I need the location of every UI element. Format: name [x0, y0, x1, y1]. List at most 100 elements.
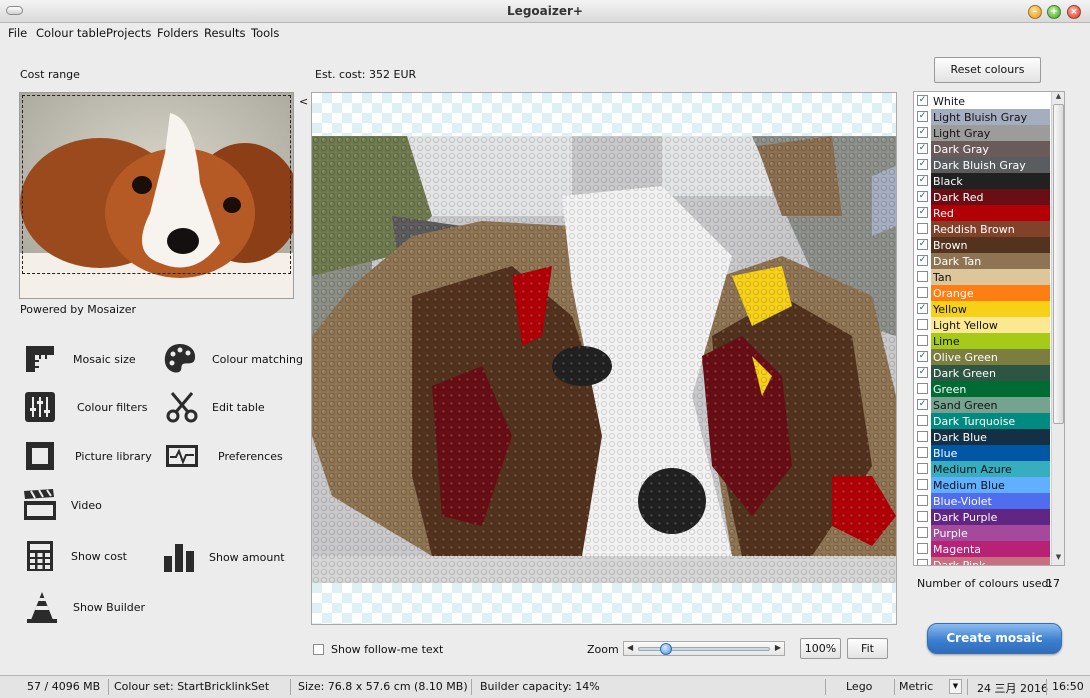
colour-checkbox[interactable]	[917, 287, 928, 298]
colour-row[interactable]: ✓ Sand Green	[914, 397, 1050, 413]
colour-list[interactable]: ✓ White ✓ Light Bluish Gray ✓ Light Gray ✓ Dark…	[913, 91, 1065, 566]
colour-row[interactable]: Medium Azure	[914, 461, 1050, 477]
show-follow-checkbox[interactable]	[313, 644, 324, 655]
source-image-preview[interactable]	[19, 92, 294, 299]
colour-checkbox[interactable]	[917, 511, 928, 522]
colour-checkbox[interactable]: ✓	[917, 127, 928, 138]
colour-filters-tool[interactable]: Colour filters	[21, 388, 148, 426]
colour-checkbox[interactable]: ✓	[917, 351, 928, 362]
colour-row[interactable]: Dark Blue	[914, 429, 1050, 445]
colour-row[interactable]: ✓ Olive Green	[914, 349, 1050, 365]
colour-checkbox[interactable]	[917, 335, 928, 346]
colour-row[interactable]: Lime	[914, 333, 1050, 349]
colour-checkbox[interactable]: ✓	[917, 95, 928, 106]
colour-checkbox[interactable]	[917, 431, 928, 442]
show-cost-tool[interactable]: Show cost	[21, 537, 127, 575]
colour-row[interactable]: Dark Purple	[914, 509, 1050, 525]
colour-matching-tool[interactable]: Colour matching	[161, 340, 303, 378]
colour-row[interactable]: ✓ Light Gray	[914, 125, 1050, 141]
colour-checkbox[interactable]	[917, 479, 928, 490]
colour-checkbox[interactable]: ✓	[917, 303, 928, 314]
colour-row[interactable]: Dark Pink	[914, 557, 1050, 565]
colour-row[interactable]: ✓ Black	[914, 173, 1050, 189]
colour-list-scrollbar[interactable]: ▲ ▼	[1051, 92, 1064, 565]
colour-checkbox[interactable]	[917, 559, 928, 565]
colour-checkbox[interactable]: ✓	[917, 399, 928, 410]
colour-checkbox[interactable]	[917, 319, 928, 330]
colour-row[interactable]: Blue	[914, 445, 1050, 461]
colour-checkbox[interactable]: ✓	[917, 255, 928, 266]
scroll-up-icon[interactable]: ▲	[1052, 92, 1064, 104]
zoom-100-button[interactable]: 100%	[800, 638, 841, 659]
colour-checkbox[interactable]	[917, 447, 928, 458]
create-mosaic-button[interactable]: Create mosaic	[927, 623, 1062, 654]
colour-row[interactable]: Dark Turquoise	[914, 413, 1050, 429]
menu-tools[interactable]: Tools	[251, 26, 279, 40]
fit-button[interactable]: Fit	[847, 638, 888, 659]
colour-checkbox[interactable]	[917, 223, 928, 234]
colour-row[interactable]: Light Yellow	[914, 317, 1050, 333]
preferences-tool[interactable]: Preferences	[163, 437, 283, 475]
picture-library-tool[interactable]: Picture library	[21, 437, 152, 475]
colour-checkbox[interactable]: ✓	[917, 175, 928, 186]
mosaic-canvas[interactable]	[311, 92, 897, 625]
colour-checkbox[interactable]: ✓	[917, 207, 928, 218]
video-tool[interactable]: Video	[21, 486, 102, 524]
colour-row[interactable]: ✓ Brown	[914, 237, 1050, 253]
menu-file[interactable]: File	[8, 26, 27, 40]
menu-folders[interactable]: Folders	[157, 26, 199, 40]
units-select[interactable]: Metric	[899, 680, 933, 693]
colour-row[interactable]: Purple	[914, 525, 1050, 541]
colour-row[interactable]: ✓ Yellow	[914, 301, 1050, 317]
colour-row[interactable]: Magenta	[914, 541, 1050, 557]
collapse-panel-button[interactable]: <	[299, 95, 308, 108]
zoom-in-arrow-icon[interactable]: ▶	[775, 643, 781, 652]
zoom-out-arrow-icon[interactable]: ◀	[627, 643, 633, 652]
colour-checkbox[interactable]	[917, 271, 928, 282]
mosaic-size-tool[interactable]: Mosaic size	[21, 340, 136, 378]
colour-checkbox[interactable]	[917, 527, 928, 538]
colour-checkbox[interactable]	[917, 383, 928, 394]
colour-checkbox[interactable]: ✓	[917, 111, 928, 122]
colour-row[interactable]: ✓ Dark Tan	[914, 253, 1050, 269]
colour-row[interactable]: Reddish Brown	[914, 221, 1050, 237]
colour-checkbox[interactable]	[917, 415, 928, 426]
colour-row[interactable]: ✓ Light Bluish Gray	[914, 109, 1050, 125]
colour-checkbox[interactable]: ✓	[917, 191, 928, 202]
colour-checkbox[interactable]	[917, 463, 928, 474]
colour-row[interactable]: Tan	[914, 269, 1050, 285]
show-builder-tool[interactable]: Show Builder	[23, 588, 145, 626]
units-dropdown-icon[interactable]: ▼	[949, 679, 962, 694]
menu-projects[interactable]: Projects	[106, 26, 151, 40]
zoom-slider[interactable]: ◀ ▶	[623, 641, 785, 656]
close-button[interactable]: ×	[1067, 5, 1081, 19]
colour-row[interactable]: ✓ Dark Green	[914, 365, 1050, 381]
scrollbar-thumb[interactable]	[1053, 104, 1064, 424]
edit-table-tool[interactable]: Edit table	[163, 388, 265, 426]
colour-checkbox[interactable]: ✓	[917, 367, 928, 378]
colour-row[interactable]: Medium Blue	[914, 477, 1050, 493]
scroll-down-icon[interactable]: ▼	[1052, 553, 1064, 565]
colour-checkbox[interactable]	[917, 543, 928, 554]
colour-row[interactable]: Orange	[914, 285, 1050, 301]
colour-row[interactable]: ✓ Red	[914, 205, 1050, 221]
colour-checkbox[interactable]: ✓	[917, 159, 928, 170]
colour-checkbox[interactable]: ✓	[917, 143, 928, 154]
maximize-button[interactable]: +	[1047, 5, 1061, 19]
colour-row[interactable]: ✓ White	[914, 93, 1050, 109]
colour-row[interactable]: ✓ Dark Gray	[914, 141, 1050, 157]
colour-checkbox[interactable]: ✓	[917, 239, 928, 250]
colour-row[interactable]: ✓ Dark Bluish Gray	[914, 157, 1050, 173]
menu-results[interactable]: Results	[204, 26, 246, 40]
minimize-button[interactable]: –	[1028, 5, 1042, 19]
date-status: 24 三月 2016	[977, 682, 1048, 695]
colour-row[interactable]: ✓ Dark Red	[914, 189, 1050, 205]
colour-row[interactable]: Blue-Violet	[914, 493, 1050, 509]
zoom-thumb[interactable]	[659, 643, 672, 655]
show-amount-tool[interactable]: Show amount	[160, 538, 285, 576]
crop-selection[interactable]	[22, 95, 291, 274]
colour-checkbox[interactable]	[917, 495, 928, 506]
reset-colours-button[interactable]: Reset colours	[934, 57, 1041, 83]
colour-row[interactable]: Green	[914, 381, 1050, 397]
menu-colour-table[interactable]: Colour table	[36, 26, 106, 40]
